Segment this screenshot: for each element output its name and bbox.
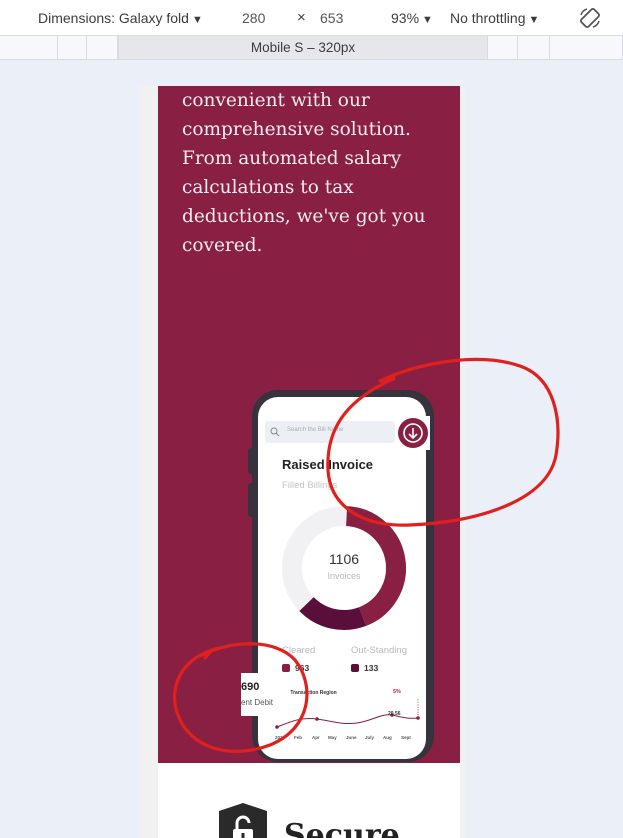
height-input[interactable]: 653 (320, 10, 343, 26)
debit-amount: 690 (241, 681, 260, 693)
legend-outstanding-title: Out-Standing (351, 645, 407, 656)
width-input[interactable]: 280 (242, 10, 265, 26)
donut-arc-outstanding (299, 596, 367, 630)
media-segment[interactable] (87, 36, 118, 59)
zoom-label: 93% (391, 10, 420, 26)
search-bar[interactable]: Search the Bill Name (265, 421, 395, 443)
legend-cleared-value: 963 (295, 663, 310, 673)
debit-card: 690 ent Debit (241, 673, 290, 716)
media-segment[interactable] (488, 36, 518, 59)
media-segment[interactable] (550, 36, 623, 59)
hero-line: comprehensive solution. (182, 119, 411, 140)
hero-line: From automated salary (182, 148, 402, 169)
media-segment[interactable] (518, 36, 550, 59)
legend-outstanding-value: 133 (364, 663, 379, 673)
chart-point (275, 725, 279, 729)
donut-label: Invoices (327, 571, 361, 581)
media-segment-mobile-s[interactable]: Mobile S – 320px (118, 36, 488, 59)
search-icon (270, 427, 280, 437)
month-label: Aug (383, 735, 392, 740)
secure-section: Secure (158, 763, 460, 838)
dimensions-dropdown[interactable]: Dimensions: Galaxy fold ▼ (38, 10, 203, 26)
throttling-dropdown[interactable]: No throttling ▼ (450, 10, 539, 26)
shield-lock-icon (219, 803, 267, 838)
transaction-chart-peak: 20.56 (388, 711, 401, 717)
arrow-down-icon (403, 423, 423, 443)
throttling-label: No throttling (450, 10, 526, 26)
hero-line: deductions, we've got you (182, 206, 426, 227)
hero-line: calculations to tax (182, 177, 354, 198)
legend-cleared-title: Cleared (282, 645, 316, 656)
hero-paragraph: convenient with our comprehensive soluti… (182, 86, 447, 260)
invoice-donut-chart (282, 506, 406, 630)
debit-label: ent Debit (241, 698, 274, 707)
times-separator: × (297, 9, 306, 26)
media-query-bar: Mobile S – 320px (0, 36, 623, 60)
search-placeholder: Search the Bill Name (287, 427, 344, 433)
device-toolbar: Dimensions: Galaxy fold ▼ 280 × 653 93% ▼ … (0, 0, 623, 36)
month-label: Feb (294, 735, 303, 740)
month-label: June (346, 735, 357, 740)
caret-down-icon: ▼ (191, 14, 203, 26)
hero-line: convenient with our (182, 90, 370, 111)
caret-down-icon: ▼ (528, 14, 540, 26)
month-label: 2021 (275, 735, 286, 740)
month-label: July (365, 735, 375, 740)
filled-billings-label: Filled Billings (282, 480, 338, 491)
chart-point (315, 717, 319, 721)
secure-heading: Secure (284, 818, 400, 838)
month-label: Apr (312, 735, 320, 740)
legend-cleared-swatch (282, 664, 290, 672)
caret-down-icon: ▼ (422, 14, 433, 26)
donut-total: 1106 (328, 551, 360, 567)
device-viewport: convenient with our comprehensive soluti… (140, 86, 465, 838)
hero-line: covered. (182, 235, 263, 256)
legend-outstanding-swatch (351, 664, 359, 672)
month-label: Sept (401, 735, 411, 740)
dimensions-label: Dimensions: Galaxy fold (38, 10, 189, 26)
download-button[interactable] (396, 416, 430, 450)
chart-point (416, 716, 420, 720)
rotate-icon[interactable] (578, 6, 602, 30)
month-label: May (328, 735, 337, 740)
zoom-dropdown[interactable]: 93% ▼ (391, 10, 433, 26)
raised-invoice-title: Raised Invoice (282, 457, 374, 472)
media-segment[interactable] (0, 36, 58, 59)
media-segment[interactable] (58, 36, 87, 59)
month-axis: 2021 Feb Apr May June July Aug Sept (272, 735, 422, 745)
